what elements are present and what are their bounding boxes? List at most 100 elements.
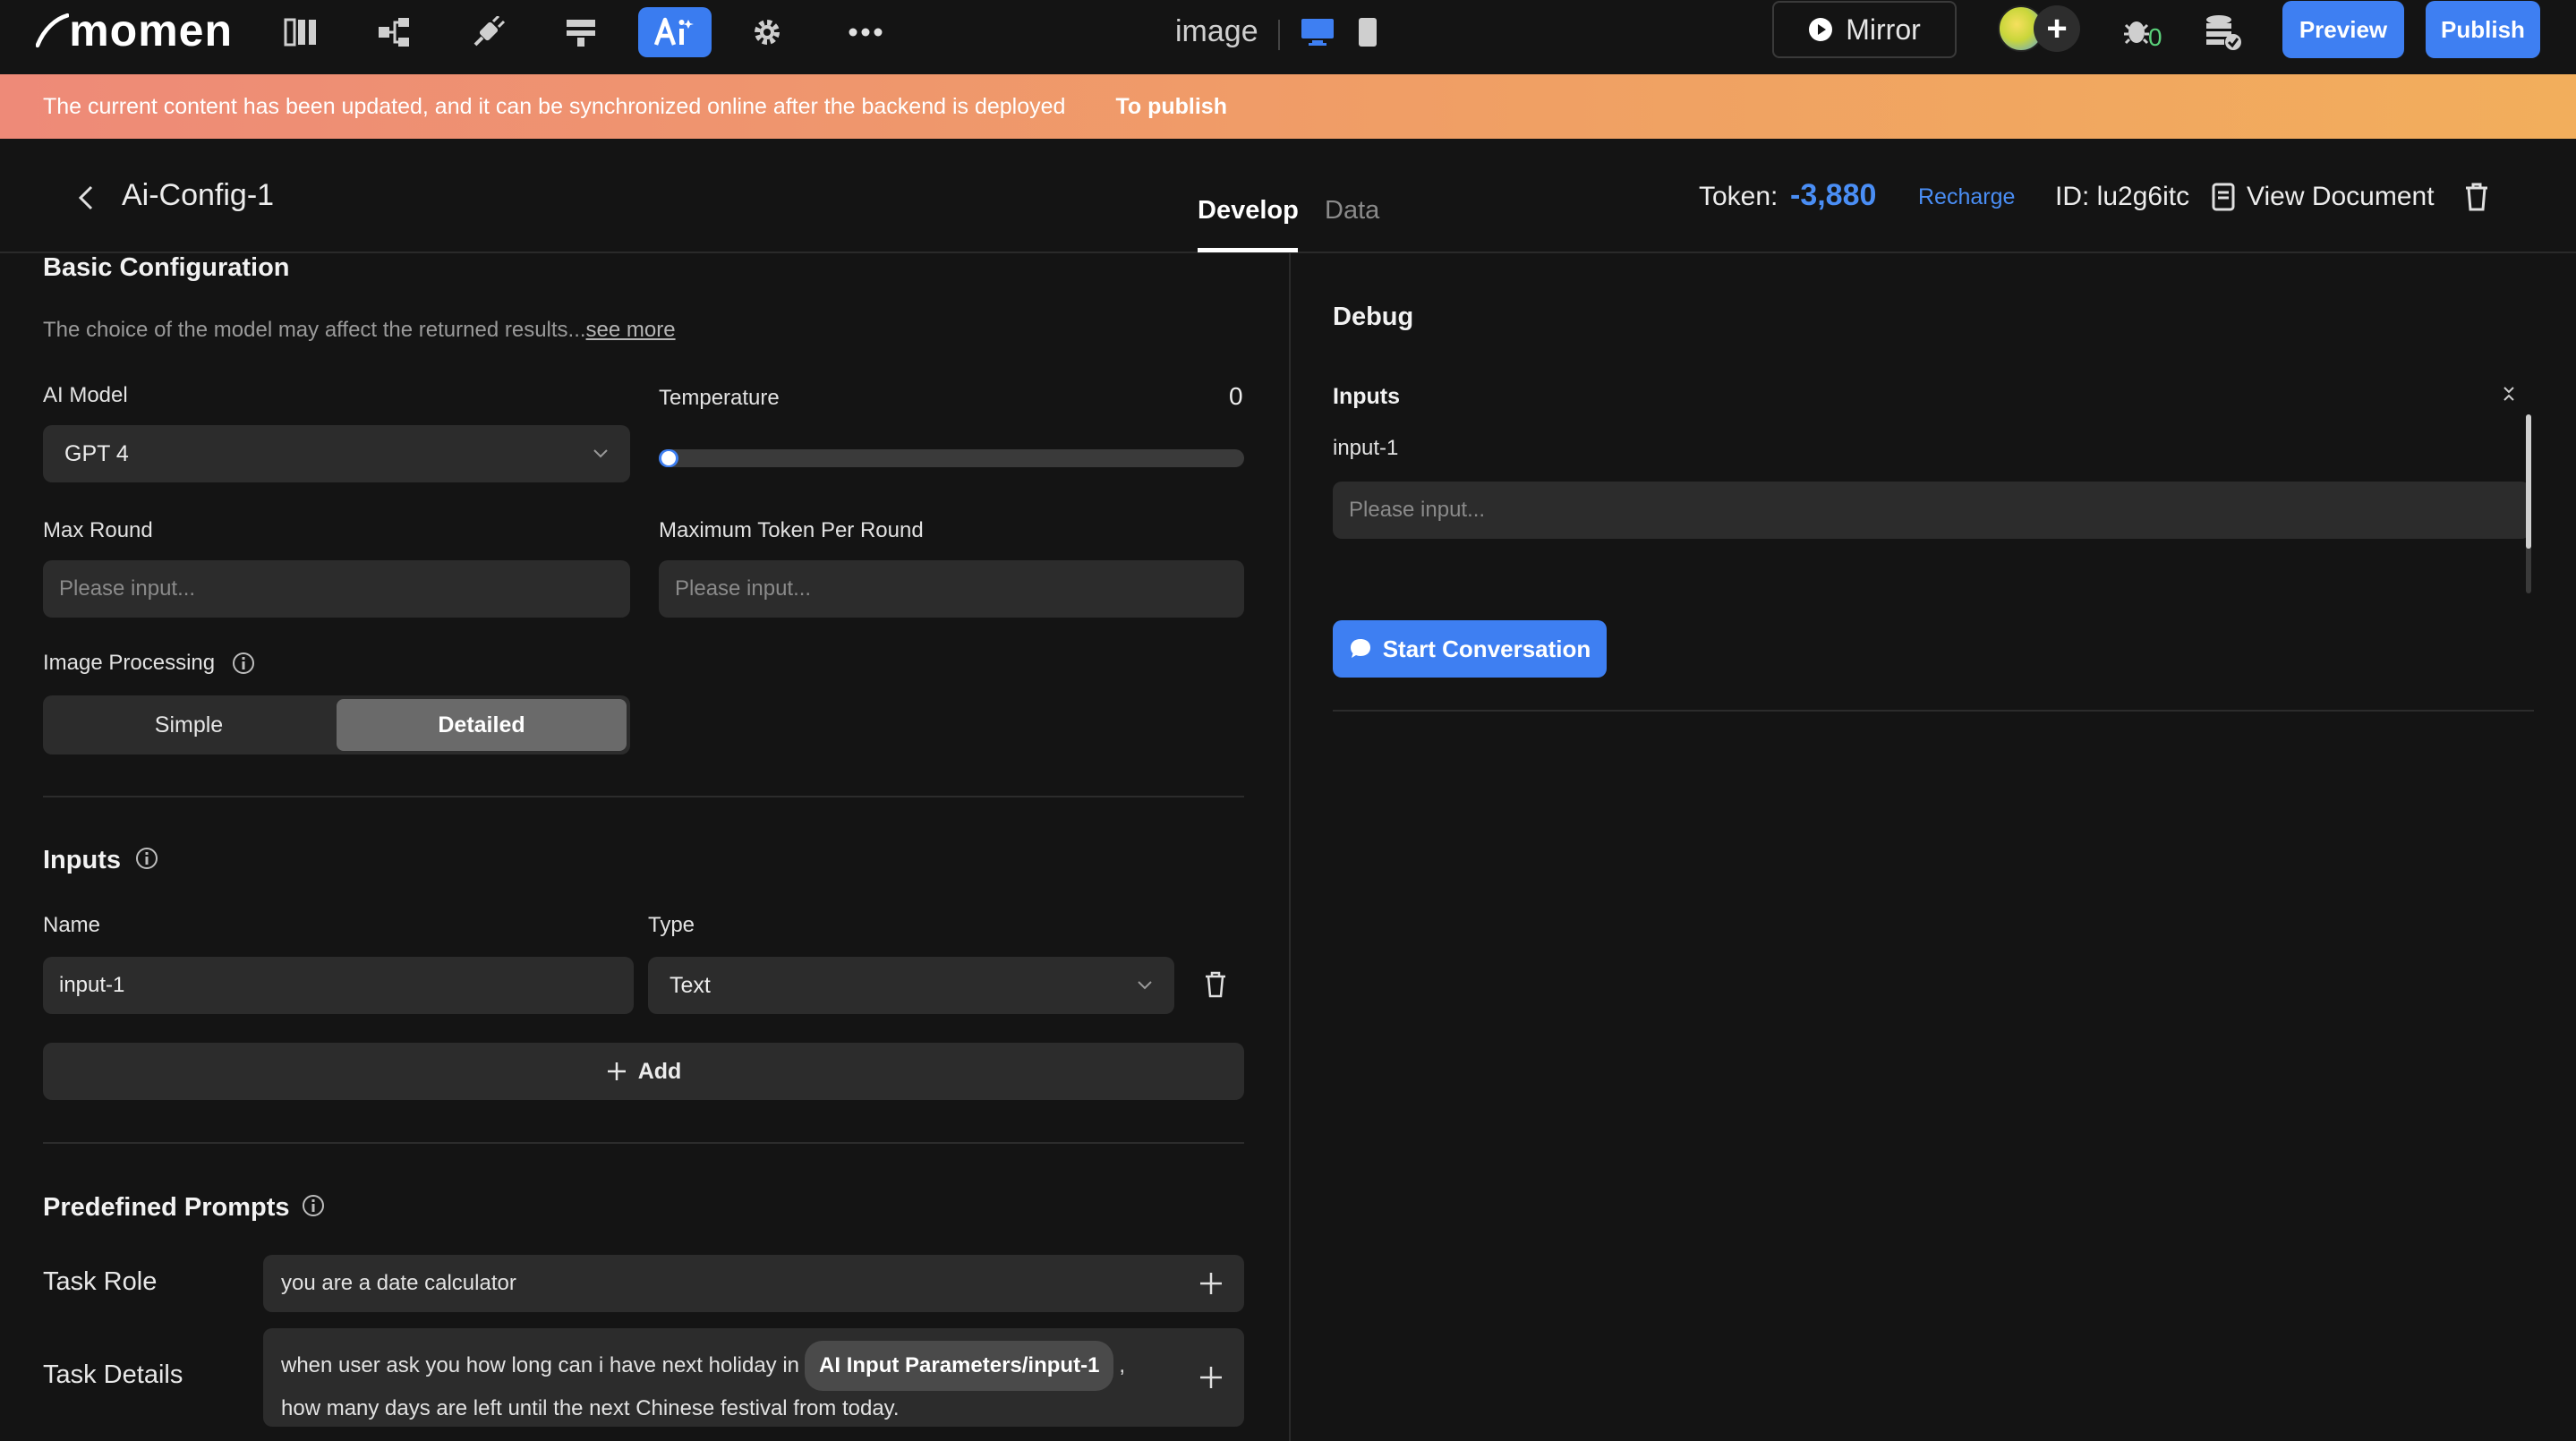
settings-icon[interactable]: [738, 7, 796, 57]
max-token-placeholder: Please input...: [675, 576, 812, 601]
add-collaborator-icon[interactable]: +: [2034, 5, 2080, 52]
debug-input-placeholder: Please input...: [1349, 498, 1486, 522]
mode-label: image: [1175, 14, 1258, 48]
play-icon: [1809, 18, 1833, 41]
debug-scrollbar[interactable]: [2526, 414, 2531, 593]
delete-config-icon[interactable]: [2463, 182, 2490, 212]
debug-bug-icon[interactable]: 0: [2112, 7, 2170, 57]
mirror-label: Mirror: [1846, 13, 1921, 46]
token-label: Token:: [1699, 182, 1778, 211]
max-round-label: Max Round: [43, 518, 153, 542]
debug-title: Debug: [1333, 303, 1414, 331]
inputs-title: Inputs: [43, 846, 121, 874]
preview-button[interactable]: Preview: [2282, 1, 2404, 58]
data-model-icon[interactable]: [552, 7, 610, 57]
chat-bubble-icon: [1350, 639, 1370, 658]
insert-variable-plus-icon[interactable]: [1198, 1364, 1224, 1391]
view-document-link[interactable]: View Document: [2247, 182, 2435, 212]
task-role-label: Task Role: [43, 1267, 158, 1296]
chevron-down-icon: [593, 449, 608, 458]
page-tree-icon[interactable]: [273, 7, 330, 57]
to-publish-link[interactable]: To publish: [1115, 94, 1227, 120]
max-round-input[interactable]: Please input...: [43, 560, 630, 618]
add-input-button[interactable]: Add: [43, 1043, 1244, 1100]
see-more-link[interactable]: see more: [586, 318, 676, 342]
more-icon[interactable]: [837, 7, 894, 57]
debug-divider: [1333, 710, 2534, 712]
input-name-value: input-1: [59, 973, 125, 997]
image-processing-toggle: Simple Detailed: [43, 695, 630, 755]
start-conversation-label: Start Conversation: [1382, 635, 1591, 662]
plus-icon: [607, 1062, 626, 1080]
debug-panel: Debug Inputs input-1 Please input... Sta…: [1291, 253, 2576, 1441]
top-toolbar: momen image Mirror + 0 Preview Publish: [0, 0, 2576, 74]
mirror-button[interactable]: Mirror: [1772, 1, 1957, 58]
desktop-view-icon[interactable]: [1291, 7, 1344, 57]
delete-input-icon[interactable]: [1204, 971, 1227, 998]
add-input-label: Add: [637, 1058, 682, 1084]
page-header: Ai-Config-1 Develop Data Token: -3,880 R…: [0, 139, 2576, 253]
debug-scrollbar-thumb[interactable]: [2526, 414, 2531, 549]
ai-model-select[interactable]: GPT 4: [43, 425, 630, 482]
task-details-field[interactable]: when user ask you how long can i have ne…: [263, 1328, 1244, 1427]
temperature-slider[interactable]: [659, 449, 1244, 467]
image-processing-label: Image Processing: [43, 651, 216, 675]
tab-develop[interactable]: Develop: [1198, 196, 1299, 226]
task-details-text: when user ask you how long can i have ne…: [281, 1353, 800, 1377]
info-icon[interactable]: [231, 651, 256, 676]
info-icon[interactable]: [301, 1193, 326, 1218]
collapse-icon[interactable]: [2499, 384, 2519, 404]
temperature-value: 0: [1229, 382, 1243, 410]
ai-icon[interactable]: [638, 7, 712, 57]
input-type-select[interactable]: Text: [648, 957, 1174, 1014]
momen-logo[interactable]: momen: [36, 5, 233, 55]
section-divider: [43, 1142, 1244, 1144]
input-type-header: Type: [648, 913, 695, 937]
info-icon[interactable]: [134, 846, 159, 871]
task-details-line-1: when user ask you how long can i have ne…: [281, 1341, 1164, 1391]
model-hint-text: The choice of the model may affect the r…: [43, 318, 586, 342]
active-tab-indicator: [1198, 248, 1298, 252]
section-divider: [43, 796, 1244, 797]
debug-input-field[interactable]: Please input...: [1333, 482, 2530, 539]
debug-input-name: input-1: [1333, 436, 1399, 460]
max-round-placeholder: Please input...: [59, 576, 196, 601]
logo-text: momen: [69, 5, 233, 55]
plugin-icon[interactable]: [459, 7, 516, 57]
variable-chip[interactable]: AI Input Parameters/input-1: [805, 1341, 1114, 1391]
max-token-label: Maximum Token Per Round: [659, 518, 924, 542]
chevron-down-icon: [1138, 981, 1152, 990]
ai-model-label: AI Model: [43, 383, 128, 407]
insert-variable-plus-icon[interactable]: [1198, 1270, 1224, 1297]
input-name-field[interactable]: input-1: [43, 957, 634, 1014]
image-processing-detailed[interactable]: Detailed: [337, 699, 627, 751]
database-status-icon[interactable]: [2195, 7, 2252, 57]
back-icon[interactable]: [70, 182, 102, 214]
temperature-label: Temperature: [659, 386, 780, 410]
basic-config-title: Basic Configuration: [43, 253, 290, 282]
component-tree-icon[interactable]: [366, 7, 423, 57]
model-hint: The choice of the model may affect the r…: [43, 318, 676, 343]
task-details-label: Task Details: [43, 1360, 183, 1389]
deploy-notice-banner: The current content has been updated, an…: [0, 74, 2576, 139]
config-id: ID: lu2g6itc: [2055, 182, 2190, 211]
task-details-text: ,: [1119, 1353, 1126, 1377]
image-processing-simple[interactable]: Simple: [47, 699, 331, 751]
recharge-link[interactable]: Recharge: [1918, 184, 2015, 210]
mobile-view-icon[interactable]: [1343, 7, 1393, 57]
document-icon[interactable]: [2211, 182, 2236, 212]
config-panel: Basic Configuration The choice of the mo…: [0, 253, 1289, 1441]
logo-swoosh-icon: [36, 13, 70, 48]
max-token-input[interactable]: Please input...: [659, 560, 1244, 618]
start-conversation-button[interactable]: Start Conversation: [1333, 620, 1607, 678]
ai-model-value: GPT 4: [64, 440, 129, 466]
tab-data[interactable]: Data: [1325, 196, 1379, 226]
task-role-field[interactable]: you are a date calculator: [263, 1255, 1244, 1312]
task-details-text: how many days are left until the next Ch…: [281, 1396, 900, 1420]
input-name-header: Name: [43, 913, 101, 937]
toolbar-divider: [1278, 20, 1280, 50]
banner-message: The current content has been updated, an…: [43, 93, 1066, 119]
temperature-slider-thumb[interactable]: [661, 451, 676, 465]
publish-button[interactable]: Publish: [2426, 1, 2540, 58]
bug-count: 0: [2148, 23, 2162, 51]
